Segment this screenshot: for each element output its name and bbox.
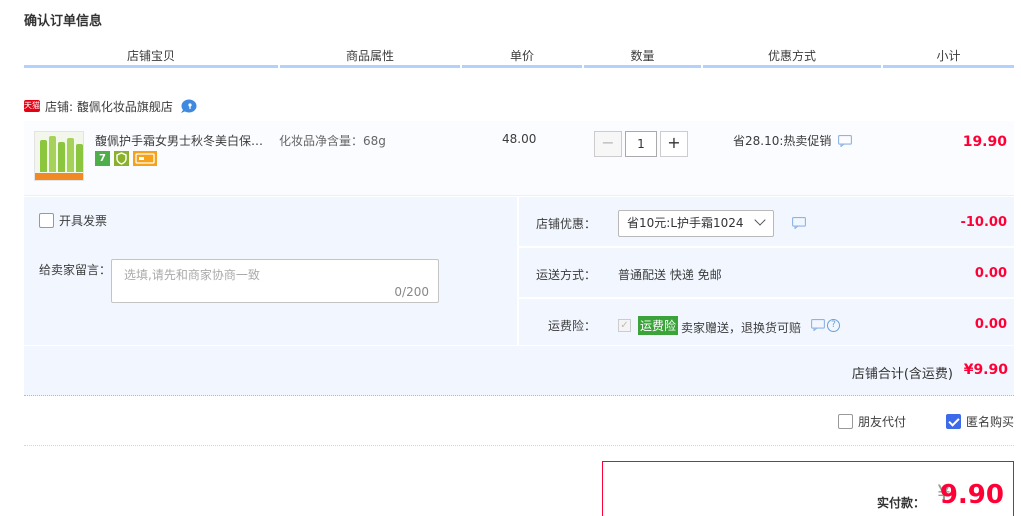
buyer-options-panel: 开具发票 给卖家留言： 选填,请先和商家协商一致 0/200 xyxy=(24,197,518,345)
actual-payment-label: 实付款： xyxy=(876,496,925,510)
shop-discount-value: -10.00 xyxy=(960,215,1007,230)
quantity-decrease-button[interactable]: − xyxy=(594,131,622,157)
shipping-label: 运送方式： xyxy=(535,268,596,282)
shipping-fee: 0.00 xyxy=(974,266,1007,281)
comment-icon[interactable] xyxy=(838,134,853,148)
product-image-shape xyxy=(58,142,65,172)
invoice-option[interactable]: 开具发票 xyxy=(39,212,107,229)
shop-name[interactable]: 店铺: 馥佩化妆品旗舰店 xyxy=(45,98,173,115)
tmall-icon: 天猫 xyxy=(24,100,40,112)
anonymous-purchase-checkbox[interactable] xyxy=(946,414,961,429)
promotion: 省28.10:热卖促销 xyxy=(733,132,853,149)
unit-price: 48.00 xyxy=(502,132,537,146)
shop-line: 天猫 店铺: 馥佩化妆品旗舰店 xyxy=(24,97,197,115)
product-image-shape xyxy=(67,138,74,172)
product-image-shape xyxy=(40,140,47,172)
comment-icon[interactable] xyxy=(811,319,825,332)
shipping-row: 运送方式： 普通配送 快递 免邮 0.00 xyxy=(519,248,1014,297)
quantity-input[interactable]: 1 xyxy=(625,131,657,157)
insurance-checkbox: ✓ xyxy=(618,319,631,332)
shop-discount-row: 店铺优惠： 省10元:L护手霜1024 -10.00 xyxy=(519,197,1014,246)
shipping-insurance-row: 运费险： ✓ 运费险 卖家赠送，退换货可赔 ? 0.00 xyxy=(519,299,1014,345)
shipping-method: 普通配送 快递 免邮 xyxy=(618,268,722,282)
col-header-item: 店铺宝贝 xyxy=(24,46,278,68)
seller-message-counter: 0/200 xyxy=(394,285,429,299)
insurance-value: 0.00 xyxy=(974,317,1007,332)
shop-discount-select[interactable]: 省10元:L护手霜1024 xyxy=(618,210,774,237)
actual-payment-value: 9.90 xyxy=(939,480,1004,510)
seller-message-input[interactable]: 选填,请先和商家协商一致 0/200 xyxy=(111,259,439,303)
col-header-qty: 数量 xyxy=(584,46,701,68)
friend-pay-checkbox[interactable] xyxy=(838,414,853,429)
shop-total-value: ¥9.90 xyxy=(963,362,1008,378)
chevron-down-icon xyxy=(754,214,766,226)
col-header-attr: 商品属性 xyxy=(280,46,460,68)
seller-message-placeholder: 选填,请先和商家协商一致 xyxy=(124,268,260,282)
table-header: 店铺宝贝 商品属性 单价 数量 优惠方式 小计 xyxy=(24,46,1014,70)
quantity-stepper: − 1 + xyxy=(594,131,688,157)
item-title[interactable]: 馥佩护手霜女男士秋冬美白保湿补水滋润 xyxy=(95,132,275,149)
product-image-shape xyxy=(76,144,83,172)
invoice-checkbox[interactable] xyxy=(39,213,54,228)
item-subtotal: 19.90 xyxy=(962,134,1007,150)
guarantee-icon xyxy=(114,151,129,166)
fee-panel: 店铺优惠： 省10元:L护手霜1024 -10.00 运送方式： 普通配送 快递… xyxy=(519,197,1014,345)
friend-pay-option[interactable]: 朋友代付 xyxy=(838,413,906,430)
insurance-description: 卖家赠送，退换货可赔 xyxy=(681,321,802,335)
product-image-shape xyxy=(49,136,56,172)
col-header-subtotal: 小计 xyxy=(883,46,1014,68)
comment-icon[interactable] xyxy=(792,217,806,230)
seven-day-return-icon: 7 xyxy=(95,151,110,166)
product-image-banner xyxy=(35,173,83,180)
order-extras: 开具发票 给卖家留言： 选填,请先和商家协商一致 0/200 店铺优惠： 省10… xyxy=(24,197,1014,345)
credit-card-icon xyxy=(133,151,157,166)
invoice-label: 开具发票 xyxy=(59,214,108,228)
friend-pay-label: 朋友代付 xyxy=(858,415,907,429)
promotion-text: 省28.10:热卖促销 xyxy=(733,134,832,148)
insurance-icons: ? xyxy=(811,319,840,332)
col-header-promo: 优惠方式 xyxy=(703,46,881,68)
wangwang-chat-icon[interactable] xyxy=(180,99,197,114)
col-header-price: 单价 xyxy=(462,46,582,68)
item-attribute: 化妆品净含量：68g xyxy=(279,134,386,148)
shop-total-label: 店铺合计(含运费) xyxy=(851,367,953,382)
page-title: 确认订单信息 xyxy=(24,14,103,29)
quantity-increase-button[interactable]: + xyxy=(660,131,688,157)
shop-discount-selected: 省10元:L护手霜1024 xyxy=(627,216,744,230)
product-thumbnail[interactable] xyxy=(34,131,84,181)
insurance-badge: 运费险 xyxy=(638,316,679,335)
shop-discount-label: 店铺优惠： xyxy=(535,217,596,231)
shop-total-row: 店铺合计(含运费) ¥9.90 xyxy=(24,346,1014,396)
service-icons: 7 xyxy=(95,151,157,166)
actual-payment-box: 实付款： ¥ 9.90 xyxy=(602,461,1014,516)
anonymous-purchase-label: 匿名购买 xyxy=(966,415,1015,429)
insurance-label: 运费险： xyxy=(547,319,596,333)
payment-options: 朋友代付 匿名购买 xyxy=(24,406,1014,446)
order-item-row: 馥佩护手霜女男士秋冬美白保湿补水滋润 7 化妆品净含量：68g 48.00 − … xyxy=(24,121,1014,196)
anonymous-purchase-option[interactable]: 匿名购买 xyxy=(946,413,1014,430)
help-icon[interactable]: ? xyxy=(827,319,840,332)
seller-message-label: 给卖家留言： xyxy=(39,263,112,277)
